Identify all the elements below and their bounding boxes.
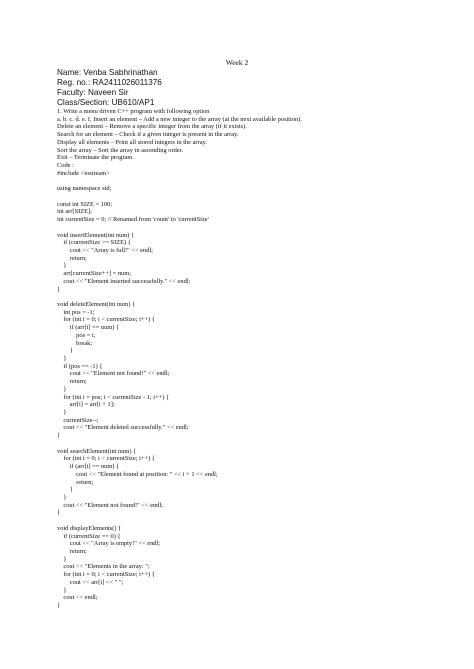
- text-line: cout << endl;: [57, 594, 98, 602]
- text-line: int currentSize = 0; // Renamed from 'co…: [57, 216, 209, 224]
- week-heading: Week 2: [225, 58, 249, 67]
- text-line: }: [57, 493, 67, 501]
- text-line: 1. Write a menu driven C++ program with …: [57, 108, 210, 115]
- text-line: cout << "Element not found!" << endl;: [57, 501, 163, 509]
- text-line: cout << arr[i] << " ";: [57, 578, 124, 586]
- text-line: [57, 224, 457, 232]
- text-line: return;: [57, 378, 87, 386]
- text-line: return;: [57, 254, 87, 262]
- text-line: return;: [57, 478, 94, 486]
- text-line: for (int i = 0; i < currentSize; i++) {: [57, 316, 155, 324]
- text-line: currentSize--;: [57, 416, 99, 424]
- text-line: }: [57, 602, 61, 609]
- text-line: for (int i = pos; i < currentSize - 1; i…: [57, 393, 170, 401]
- text-line: }: [57, 409, 67, 417]
- text-line: cout << "Element found at position: " <<…: [57, 470, 218, 478]
- text-line: for (int i = 0; i < currentSize; i++) {: [57, 571, 155, 579]
- text-line: Sort the array – Sort the array in ascen…: [57, 146, 183, 154]
- text-line: return;: [57, 547, 87, 555]
- text-line: cout << "Elements in the array: ";: [57, 563, 150, 571]
- text-line: pos = i;: [57, 331, 96, 339]
- text-line: Delete an element – Remove a specific in…: [57, 123, 247, 131]
- text-line: void deleteElement(int num) {: [57, 300, 136, 308]
- text-line: cout << "Element inserted successfully."…: [57, 277, 191, 285]
- text-line: a. b. c. d. e. f. Insert an element – Ad…: [57, 115, 302, 123]
- student-name: Name: Venba Sabhrinathan: [57, 68, 158, 77]
- class-section: Class/Section: UB610/AP1: [57, 98, 155, 107]
- text-line: }: [57, 555, 67, 563]
- text-line: cout << "Element deleted successfully." …: [57, 424, 189, 432]
- text-line: int arr[SIZE];: [57, 208, 92, 216]
- text-line: }: [57, 432, 61, 440]
- text-line: Display all elements – Print all stored …: [57, 138, 207, 146]
- text-line: if (pos == -1) {: [57, 362, 103, 370]
- text-line: #include <iostream>: [57, 169, 110, 177]
- text-line: }: [57, 262, 67, 270]
- text-line: [57, 177, 457, 185]
- text-line: if (arr[i] == num) {: [57, 324, 120, 332]
- text-line: cout << "Array is empty!" << endl;: [57, 540, 161, 548]
- text-line: void searchElement(int num) {: [57, 447, 137, 455]
- text-line: const int SIZE = 100;: [57, 200, 113, 208]
- text-line: }: [57, 486, 73, 494]
- text-line: [57, 293, 457, 301]
- text-line: arr[currentSize++] = num;: [57, 270, 131, 278]
- text-line: }: [57, 586, 67, 594]
- faculty-name: Faculty: Naveen Sir: [57, 88, 129, 97]
- text-line: void insertElement(int num) {: [57, 231, 135, 239]
- registration-number: Reg. no.: RA2411026011376: [57, 78, 162, 87]
- text-line: Code :: [57, 162, 74, 170]
- student-info-block: Name: Venba Sabhrinathan Reg. no.: RA241…: [57, 68, 162, 108]
- text-line: break;: [57, 339, 93, 347]
- text-line: [57, 440, 457, 448]
- text-line: int pos = -1;: [57, 308, 95, 316]
- text-line: [57, 193, 457, 201]
- text-line: Exit – Terminate the program.: [57, 154, 134, 162]
- document-page: Week 2 Name: Venba Sabhrinathan Reg. no.…: [0, 0, 474, 669]
- text-line: [57, 517, 457, 525]
- text-line: arr[i] = arr[i + 1];: [57, 401, 115, 409]
- text-line: void displayElements() {: [57, 524, 122, 532]
- text-line: }: [57, 285, 61, 293]
- text-line: }: [57, 355, 67, 362]
- text-line: }: [57, 347, 73, 355]
- text-line: Search for an element – Check if a given…: [57, 131, 239, 139]
- text-line: }: [57, 509, 61, 517]
- assignment-body: 1. Write a menu driven C++ program with …: [57, 108, 457, 610]
- text-line: for (int i = 0; i < currentSize; i++) {: [57, 455, 155, 463]
- text-line: cout << "Element not found!" << endl;: [57, 370, 170, 378]
- text-line: using namespace std;: [57, 185, 112, 193]
- text-line: if (currentSize >= SIZE) {: [57, 239, 131, 247]
- text-line: cout << "Array is full!" << endl;: [57, 246, 153, 254]
- text-line: if (currentSize == 0) {: [57, 532, 121, 540]
- text-line: }: [57, 385, 67, 393]
- text-line: if (arr[i] == num) {: [57, 463, 120, 471]
